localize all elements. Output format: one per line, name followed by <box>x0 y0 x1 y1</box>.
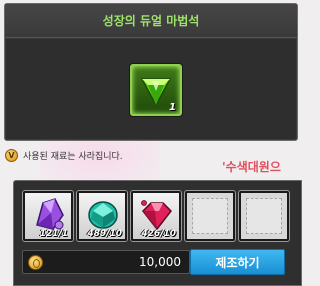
result-area: 1 <box>6 39 296 139</box>
notice-text: 사용된 재료는 사라집니다. <box>23 151 123 162</box>
alert-coin-icon: V <box>5 148 18 162</box>
materials-panel: 121/1 489/10 426/10 10,000 제조하기 <box>13 180 302 286</box>
material-slot-3[interactable]: 426/10 <box>131 191 181 241</box>
background-banner-text: '수색대원으 <box>222 160 281 174</box>
result-count: 1 <box>169 102 176 113</box>
material-slot-2[interactable]: 489/10 <box>77 191 127 241</box>
price-display: 10,000 <box>22 250 190 274</box>
price-value: 10,000 <box>139 255 181 269</box>
material-slot-5[interactable] <box>239 191 289 241</box>
empty-slot-placeholder <box>246 198 282 234</box>
result-panel: 성장의 듀얼 마법석 1 <box>4 3 298 141</box>
window-title: 성장의 듀얼 마법석 <box>5 4 297 38</box>
craft-button[interactable]: 제조하기 <box>190 249 285 275</box>
empty-slot-placeholder <box>192 198 228 234</box>
meso-coin-icon <box>28 255 43 270</box>
result-item-slot[interactable]: 1 <box>130 64 182 116</box>
notice: V 사용된 재료는 사라집니다. <box>5 148 123 162</box>
material-count-3: 426/10 <box>141 229 176 239</box>
material-count-1: 121/1 <box>39 229 68 239</box>
material-count-2: 489/10 <box>87 229 122 239</box>
material-slot-4[interactable] <box>185 191 235 241</box>
material-slot-1[interactable]: 121/1 <box>23 191 73 241</box>
